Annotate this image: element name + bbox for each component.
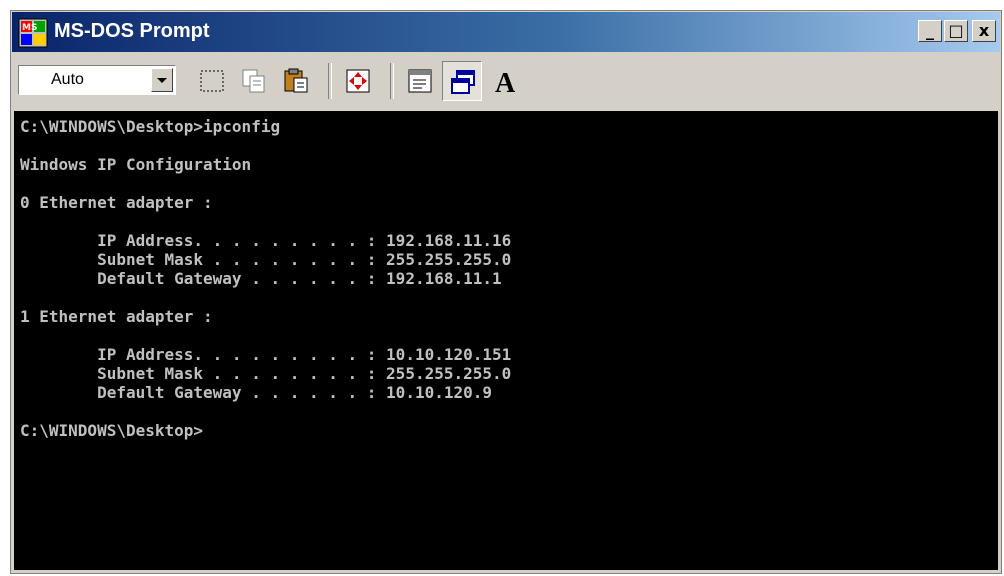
properties-icon bbox=[408, 69, 432, 93]
console-line: 1 Ethernet adapter : bbox=[20, 307, 213, 326]
window-title: MS-DOS Prompt bbox=[54, 20, 210, 42]
close-button[interactable]: x bbox=[972, 20, 996, 42]
toolbar-separator bbox=[328, 63, 332, 99]
fullscreen-icon bbox=[346, 69, 370, 93]
font-size-select[interactable]: Auto bbox=[18, 65, 176, 95]
console-line: C:\WINDOWS\Desktop> bbox=[20, 421, 204, 440]
console-line: Default Gateway . . . . . . : 192.168.11… bbox=[20, 269, 502, 288]
svg-text:MS: MS bbox=[22, 23, 37, 33]
background-button[interactable] bbox=[442, 61, 482, 101]
mark-button[interactable] bbox=[192, 61, 232, 101]
console-output: C:\WINDOWS\Desktop>ipconfig Windows IP C… bbox=[14, 111, 998, 446]
console-line: Subnet Mask . . . . . . . . : 255.255.25… bbox=[20, 250, 512, 269]
console-line: Default Gateway . . . . . . : 10.10.120.… bbox=[20, 383, 493, 402]
paste-icon bbox=[284, 68, 308, 93]
paste-button[interactable] bbox=[276, 61, 316, 101]
fullscreen-button[interactable] bbox=[338, 61, 378, 101]
msdos-window: MS MS-DOS Prompt _ □ x Auto A C:\WINDOWS… bbox=[10, 10, 1002, 574]
toolbar-separator bbox=[390, 63, 394, 99]
mark-icon bbox=[200, 70, 224, 92]
copy-icon bbox=[242, 69, 265, 93]
background-icon bbox=[451, 70, 475, 94]
minimize-button[interactable]: _ bbox=[918, 20, 942, 42]
console-line: IP Address. . . . . . . . . : 192.168.11… bbox=[20, 231, 512, 250]
console-line: Subnet Mask . . . . . . . . : 255.255.25… bbox=[20, 364, 512, 383]
msdos-icon: MS bbox=[18, 18, 48, 48]
font-size-value: Auto bbox=[51, 71, 84, 88]
console-line: IP Address. . . . . . . . . : 10.10.120.… bbox=[20, 345, 512, 364]
font-button[interactable]: A bbox=[486, 61, 526, 101]
console-line: Windows IP Configuration bbox=[20, 155, 252, 174]
font-icon-label: A bbox=[495, 68, 516, 95]
chevron-down-icon[interactable] bbox=[151, 68, 173, 92]
console-line: 0 Ethernet adapter : bbox=[20, 193, 213, 212]
copy-button[interactable] bbox=[234, 61, 274, 101]
console-line: C:\WINDOWS\Desktop>ipconfig bbox=[20, 117, 281, 136]
toolbar: Auto A bbox=[12, 53, 1000, 111]
console-area[interactable]: C:\WINDOWS\Desktop>ipconfig Windows IP C… bbox=[14, 111, 998, 570]
maximize-button[interactable]: □ bbox=[944, 20, 968, 42]
title-bar[interactable]: MS MS-DOS Prompt _ □ x bbox=[12, 12, 1000, 52]
font-icon: A bbox=[495, 68, 516, 95]
properties-button[interactable] bbox=[400, 61, 440, 101]
